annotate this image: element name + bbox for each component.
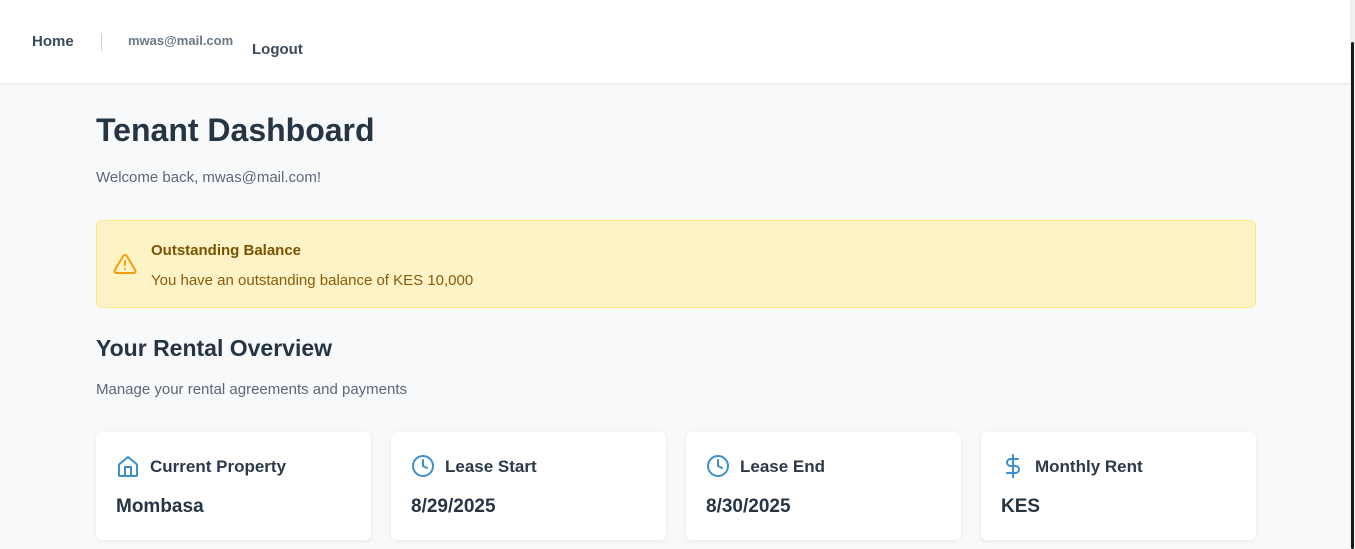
section-subtitle: Manage your rental agreements and paymen… bbox=[96, 381, 408, 398]
card-current-property: Current Property Mombasa bbox=[96, 432, 371, 540]
card-label: Lease Start bbox=[445, 457, 537, 476]
top-navbar: Home mwas@mail.com Logout bbox=[0, 0, 1350, 83]
logout-button[interactable]: Logout bbox=[252, 41, 303, 58]
card-value: KES bbox=[1001, 496, 1041, 517]
card-lease-end: Lease End 8/30/2025 bbox=[686, 432, 961, 540]
card-value: Mombasa bbox=[116, 496, 204, 517]
welcome-text: Welcome back, mwas@mail.com! bbox=[96, 169, 321, 186]
alert-title: Outstanding Balance bbox=[151, 242, 302, 259]
card-monthly-rent: Monthly Rent KES bbox=[981, 432, 1256, 540]
section-title: Your Rental Overview bbox=[96, 335, 333, 361]
card-value: 8/30/2025 bbox=[706, 496, 791, 517]
outstanding-balance-alert: Outstanding Balance You have an outstand… bbox=[96, 220, 1256, 308]
clock-icon bbox=[412, 455, 434, 477]
scrollbar-thumb[interactable] bbox=[1351, 42, 1354, 549]
card-label: Lease End bbox=[740, 457, 826, 476]
nav-home-link[interactable]: Home bbox=[32, 33, 74, 50]
alert-message: You have an outstanding balance of KES 1… bbox=[151, 272, 474, 289]
clock-icon bbox=[707, 455, 729, 477]
card-lease-start: Lease Start 8/29/2025 bbox=[391, 432, 666, 540]
nav-divider bbox=[101, 33, 102, 51]
nav-user-email: mwas@mail.com bbox=[128, 33, 234, 48]
card-value: 8/29/2025 bbox=[411, 496, 496, 517]
page-title: Tenant Dashboard bbox=[96, 112, 375, 148]
dollar-icon bbox=[1006, 454, 1020, 478]
card-label: Monthly Rent bbox=[1035, 457, 1143, 476]
home-icon bbox=[118, 456, 138, 477]
warning-triangle-icon bbox=[113, 253, 137, 274]
card-label: Current Property bbox=[150, 457, 287, 476]
